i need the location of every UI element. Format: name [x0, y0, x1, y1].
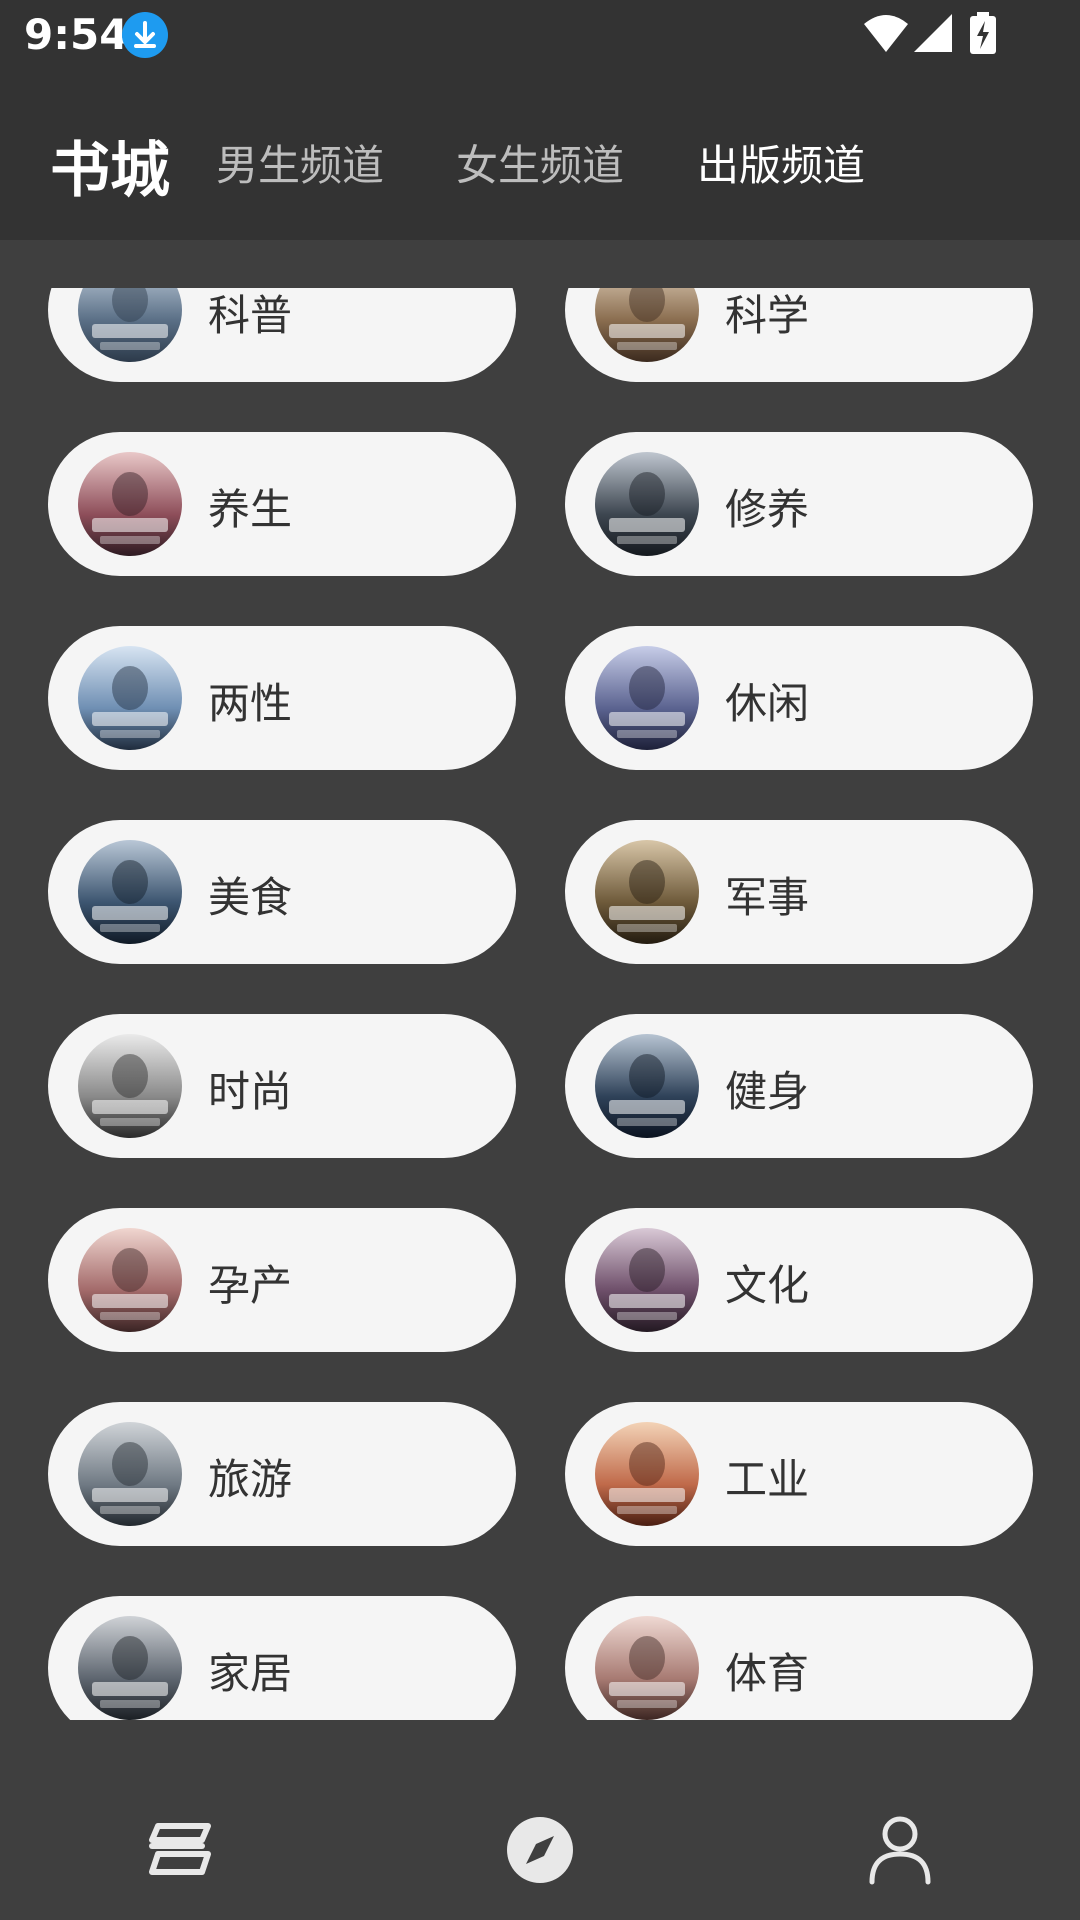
- category-pill[interactable]: 休闲: [565, 626, 1033, 770]
- nav-discover-button[interactable]: [500, 1810, 580, 1890]
- category-cover-thumbnail: [78, 1034, 182, 1138]
- category-label: 孕产: [208, 1261, 293, 1310]
- category-label: 工业: [725, 1455, 810, 1504]
- category-label: 休闲: [725, 679, 810, 728]
- category-label: 健身: [725, 1067, 810, 1116]
- status-bar: 9:54: [0, 0, 1080, 72]
- compass-icon: [507, 1817, 573, 1883]
- category-list[interactable]: 科普 科学养生 修养两性 休闲美食 军事时尚 健身孕产 文化旅游 工业家居 体育: [0, 288, 1080, 1720]
- category-cover-thumbnail: [595, 1422, 699, 1526]
- category-cover-thumbnail: [78, 452, 182, 556]
- category-label: 家居: [208, 1649, 293, 1698]
- category-pill[interactable]: 修养: [565, 432, 1033, 576]
- battery-charging-icon: [968, 12, 998, 60]
- header: 书城 男生频道 女生频道 出版频道: [0, 72, 1080, 240]
- tab-publishing-channel[interactable]: 出版频道: [697, 132, 865, 193]
- category-pill[interactable]: 健身: [565, 1014, 1033, 1158]
- category-cover-thumbnail: [78, 1422, 182, 1526]
- wifi-icon: [862, 12, 910, 58]
- category-pill[interactable]: 养生: [48, 432, 516, 576]
- category-cover-thumbnail: [595, 646, 699, 750]
- nav-profile-button[interactable]: [860, 1810, 940, 1890]
- category-label: 养生: [208, 485, 293, 534]
- category-cover-thumbnail: [595, 1616, 699, 1720]
- category-label: 文化: [725, 1261, 810, 1310]
- category-pill[interactable]: 两性: [48, 626, 516, 770]
- category-label: 军事: [725, 873, 810, 922]
- category-pill[interactable]: 科普: [48, 288, 516, 382]
- category-pill[interactable]: 科学: [565, 288, 1033, 382]
- nav-bookshelf-button[interactable]: [140, 1810, 220, 1890]
- category-cover-thumbnail: [78, 1616, 182, 1720]
- category-label: 体育: [725, 1649, 810, 1698]
- category-pill[interactable]: 孕产: [48, 1208, 516, 1352]
- status-time: 9:54: [24, 10, 129, 59]
- category-cover-thumbnail: [78, 646, 182, 750]
- category-cover-thumbnail: [595, 288, 699, 362]
- tab-male-channel[interactable]: 男生频道: [216, 132, 384, 193]
- category-pill[interactable]: 军事: [565, 820, 1033, 964]
- category-pill[interactable]: 文化: [565, 1208, 1033, 1352]
- category-label: 科学: [725, 291, 810, 340]
- bottom-nav: [0, 1760, 1080, 1920]
- category-cover-thumbnail: [595, 1228, 699, 1332]
- bookshelf-icon: [149, 1823, 211, 1875]
- category-cover-thumbnail: [78, 1228, 182, 1332]
- category-cover-thumbnail: [595, 452, 699, 556]
- profile-icon: [869, 1816, 931, 1885]
- category-cover-thumbnail: [595, 840, 699, 944]
- signal-icon: [912, 12, 954, 58]
- category-cover-thumbnail: [78, 288, 182, 362]
- category-pill[interactable]: 体育: [565, 1596, 1033, 1720]
- page-title: 书城: [50, 136, 170, 206]
- download-icon: [122, 12, 168, 58]
- category-pill[interactable]: 家居: [48, 1596, 516, 1720]
- category-label: 两性: [208, 679, 293, 728]
- category-label: 时尚: [208, 1067, 293, 1116]
- category-label: 修养: [725, 485, 810, 534]
- category-pill[interactable]: 旅游: [48, 1402, 516, 1546]
- category-cover-thumbnail: [595, 1034, 699, 1138]
- category-label: 科普: [208, 291, 293, 340]
- category-label: 美食: [208, 873, 293, 922]
- category-pill[interactable]: 工业: [565, 1402, 1033, 1546]
- tab-female-channel[interactable]: 女生频道: [456, 132, 624, 193]
- category-pill[interactable]: 美食: [48, 820, 516, 964]
- category-label: 旅游: [208, 1455, 293, 1504]
- category-cover-thumbnail: [78, 840, 182, 944]
- category-pill[interactable]: 时尚: [48, 1014, 516, 1158]
